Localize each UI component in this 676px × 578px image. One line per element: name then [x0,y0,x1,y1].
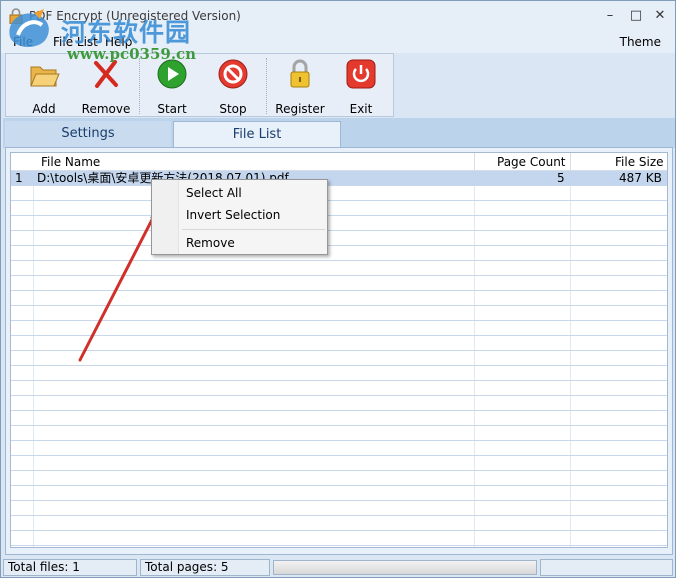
status-total-pages: Total pages: 5 [140,559,270,576]
context-menu-gutter [152,180,179,254]
column-file-name[interactable]: File Name [41,155,100,169]
exit-label: Exit [349,102,373,116]
menu-item-select-all[interactable]: Select All [186,186,242,200]
stop-label: Stop [219,102,247,116]
list-header: File Name Page Count File Size [11,153,667,171]
empty-row [11,456,667,471]
status-total-files: Total files: 1 [3,559,137,576]
empty-row [11,501,667,516]
tab-settings[interactable]: Settings [5,121,171,148]
stop-icon [218,59,248,89]
row-index: 1 [15,171,23,185]
register-button[interactable]: Register [270,56,330,116]
context-menu: Select All Invert Selection Remove [151,179,328,255]
file-list[interactable]: File Name Page Count File Size 1 D:\tool… [10,152,668,548]
tab-strip: Settings File List [3,118,675,148]
minimize-button[interactable]: – [599,7,621,25]
row-page-count: 5 [557,171,565,185]
status-extra [540,559,673,576]
empty-row [11,471,667,486]
empty-row [11,381,667,396]
empty-row [11,216,667,231]
tab-file-list[interactable]: File List [173,121,341,148]
watermark-url: www.pc0359.cn [67,45,197,63]
toolbar-separator [266,58,267,114]
start-button[interactable]: Start [142,56,202,116]
empty-row [11,411,667,426]
empty-row [11,186,667,201]
close-button[interactable]: ✕ [649,7,671,25]
list-rows: 1 D:\tools\桌面\安卓更新方法(2018.07.01).pdf 5 4… [11,171,667,546]
empty-row [11,276,667,291]
watermark-logo-icon [9,9,49,47]
empty-row [11,306,667,321]
empty-row [11,441,667,456]
empty-row [11,291,667,306]
status-bar: Total files: 1 Total pages: 5 [1,557,675,577]
padlock-icon [290,59,310,88]
file-list-panel: File Name Page Count File Size 1 D:\tool… [5,147,673,555]
empty-row [11,246,667,261]
empty-row [11,261,667,276]
menu-theme[interactable]: Theme [620,35,661,49]
menu-item-invert-selection[interactable]: Invert Selection [186,208,280,222]
toolbar: Add Remove Start Stop Register Exit [5,53,394,117]
empty-row [11,336,667,351]
app-window: PDF Encrypt (Unregistered Version) – □ ✕… [0,0,676,578]
remove-button[interactable]: Remove [76,56,136,116]
empty-row [11,516,667,531]
column-divider[interactable] [474,153,475,171]
row-file-size: 487 KB [619,171,662,185]
empty-row [11,351,667,366]
add-button[interactable]: Add [14,56,74,116]
empty-row [11,231,667,246]
empty-row [11,321,667,336]
empty-row [11,366,667,381]
stop-button[interactable]: Stop [203,56,263,116]
empty-row [11,396,667,411]
folder-open-icon [30,66,60,87]
add-label: Add [32,102,56,116]
empty-row [11,426,667,441]
power-icon [346,59,376,89]
empty-row [11,486,667,501]
menu-item-remove[interactable]: Remove [186,236,235,250]
maximize-button[interactable]: □ [625,7,647,25]
column-page-count[interactable]: Page Count [497,155,566,169]
watermark-text: 河东软件园 [61,18,192,47]
empty-row [11,531,667,546]
table-row[interactable]: 1 D:\tools\桌面\安卓更新方法(2018.07.01).pdf 5 4… [11,171,667,186]
progress-bar [273,560,537,575]
column-divider[interactable] [570,153,571,171]
register-label: Register [275,102,325,116]
context-menu-separator [182,229,325,230]
toolbar-separator [139,58,140,114]
start-label: Start [157,102,187,116]
remove-label: Remove [81,102,131,116]
empty-row [11,201,667,216]
column-file-size[interactable]: File Size [615,155,664,169]
exit-button[interactable]: Exit [331,56,391,116]
